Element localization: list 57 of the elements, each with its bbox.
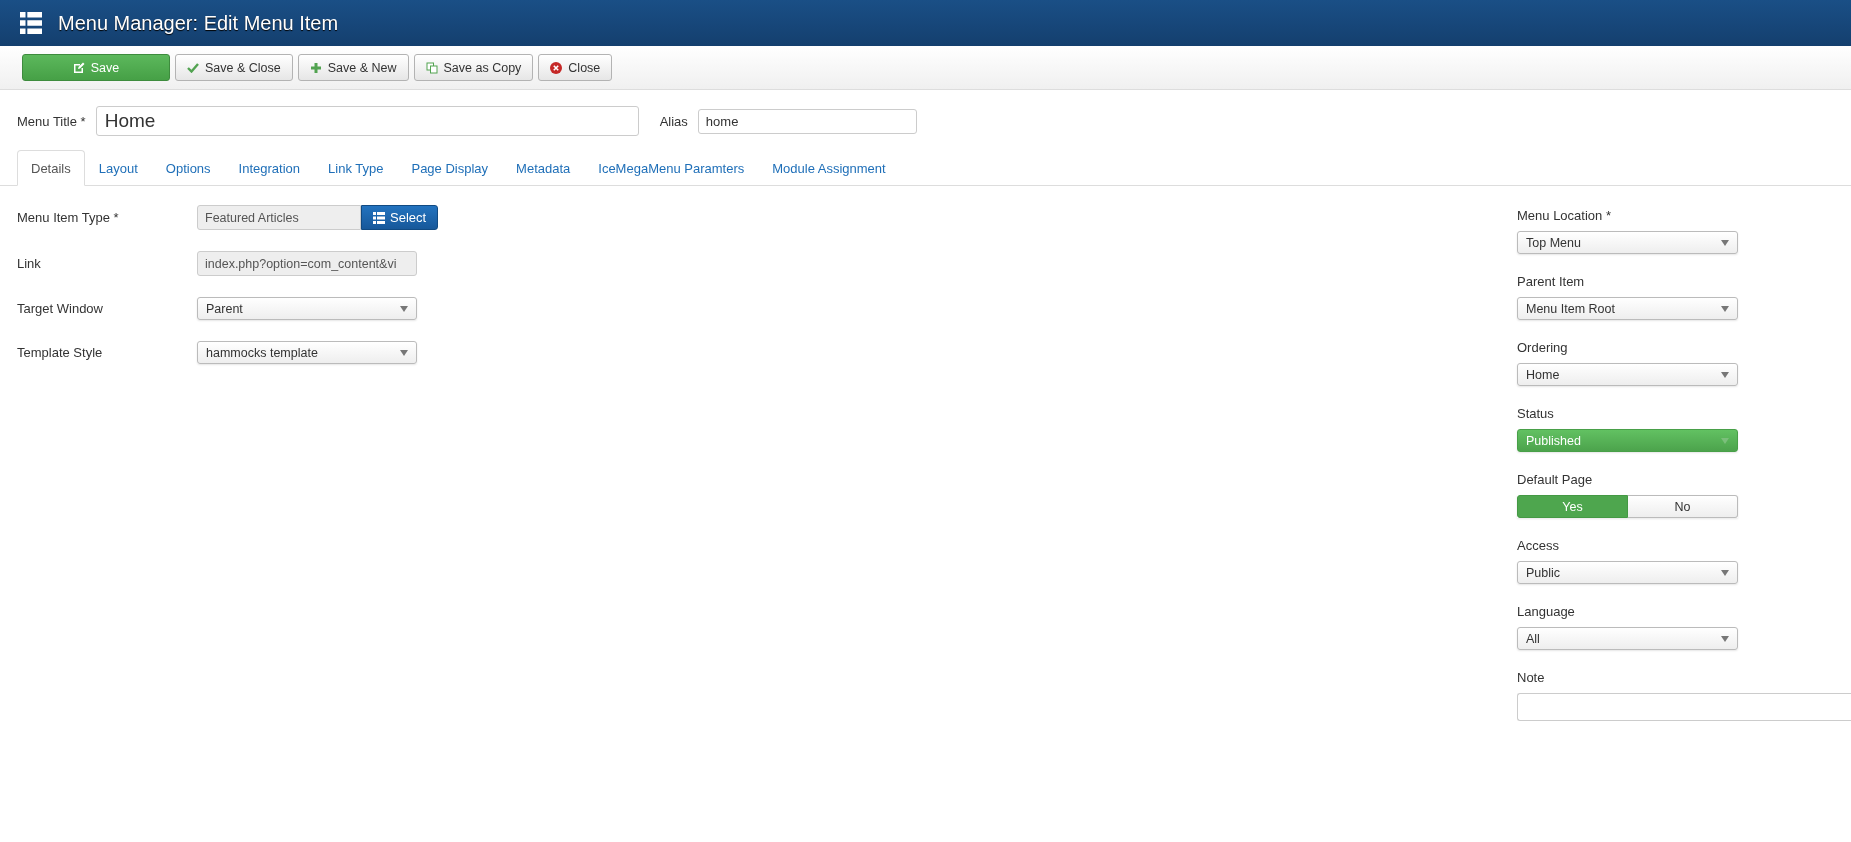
check-icon: [187, 62, 199, 73]
caret-icon: [1721, 305, 1729, 312]
field-label: Menu Location *: [1517, 208, 1612, 223]
dropdown[interactable]: Menu Item Root: [1517, 297, 1738, 320]
field-label: Access: [1517, 538, 1560, 553]
field-label: Status: [1517, 406, 1555, 421]
list-icon: [373, 211, 385, 224]
tab[interactable]: Module Assignment: [758, 150, 900, 186]
tab[interactable]: Options: [151, 150, 225, 186]
dropdown[interactable]: All: [1517, 627, 1738, 650]
dropdown[interactable]: Top Menu: [1517, 231, 1738, 254]
dropdown[interactable]: Home: [1517, 363, 1738, 386]
tab[interactable]: IceMegaMenu Paramters: [584, 150, 759, 186]
dropdown[interactable]: Public: [1517, 561, 1738, 584]
list-icon: [20, 12, 42, 34]
toolbar-button[interactable]: Save & New: [297, 54, 409, 81]
field-label: Alias: [659, 113, 688, 129]
field-label: Menu Item Type *: [17, 210, 120, 225]
note-field[interactable]: [1517, 693, 1851, 721]
field-label: Template Style: [17, 345, 104, 360]
link-field: index.php?option=com_content&vi: [197, 251, 417, 276]
close-icon: [550, 61, 563, 74]
title-field[interactable]: Home: [95, 106, 639, 136]
caret-icon: [1721, 239, 1729, 246]
caret-icon: [1721, 635, 1729, 642]
alias-field[interactable]: home: [697, 108, 917, 134]
tab[interactable]: Link Type: [314, 150, 398, 186]
toggle-option[interactable]: No: [1628, 495, 1738, 518]
field-label: Default Page: [1517, 472, 1594, 487]
type-field: Featured Articles: [197, 205, 361, 230]
caret-icon: [400, 349, 408, 356]
field-label: Note: [1517, 670, 1546, 685]
tab[interactable]: Details: [17, 150, 85, 186]
copy-icon: [425, 61, 438, 74]
caret-icon: [1721, 569, 1729, 576]
edit-icon: [72, 61, 85, 74]
tab[interactable]: Integration: [224, 150, 315, 186]
toolbar-button[interactable]: Save & Close: [175, 54, 293, 81]
tab[interactable]: Layout: [84, 150, 152, 186]
plus-icon: [309, 61, 322, 74]
field-label: Parent Item: [1517, 274, 1586, 289]
caret-icon: [1721, 437, 1729, 444]
field-label: Menu Title *: [17, 113, 86, 129]
dropdown[interactable]: hammocks template: [197, 341, 417, 364]
field-label: Ordering: [1517, 340, 1569, 355]
page-title: Menu Manager: Edit Menu Item: [58, 11, 339, 35]
toolbar-button[interactable]: Close: [538, 54, 613, 81]
field-label: Target Window: [17, 301, 104, 316]
toolbar-button[interactable]: Save as Copy: [413, 54, 534, 81]
tab[interactable]: Page Display: [397, 150, 503, 186]
tab[interactable]: Metadata: [502, 150, 585, 186]
dropdown[interactable]: Parent: [197, 297, 417, 320]
select-button[interactable]: Select: [361, 205, 439, 230]
field-label: Link: [17, 256, 42, 271]
caret-icon: [400, 305, 408, 312]
caret-icon: [1721, 371, 1729, 378]
field-label: Language: [1517, 604, 1576, 619]
